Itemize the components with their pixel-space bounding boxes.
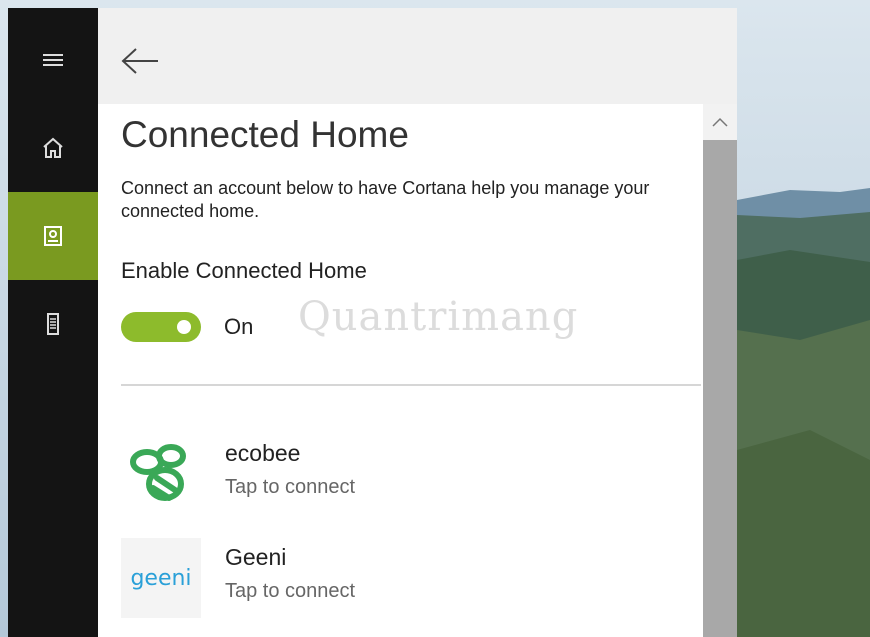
panel-header bbox=[98, 8, 737, 104]
section-divider bbox=[121, 384, 701, 386]
panel-content: Connected Home Connect an account below … bbox=[98, 104, 703, 637]
connected-home-panel: Connected Home Connect an account below … bbox=[98, 8, 737, 637]
ecobee-logo bbox=[121, 434, 201, 514]
enable-connected-home-toggle[interactable] bbox=[121, 312, 201, 342]
cortana-sidebar bbox=[8, 8, 98, 637]
scroll-up-button[interactable] bbox=[703, 104, 737, 140]
enable-connected-home-label: Enable Connected Home bbox=[121, 258, 367, 283]
geeni-logo: geeni bbox=[121, 538, 201, 618]
ecobee-bee-logo bbox=[130, 444, 186, 501]
notebook-icon bbox=[44, 226, 62, 246]
toggle-knob bbox=[177, 320, 191, 334]
sidebar-item-home[interactable] bbox=[8, 104, 98, 192]
page-description: Connect an account below to have Cortana… bbox=[121, 178, 650, 221]
watermark: Quantrimang bbox=[298, 294, 579, 340]
toggle-state-label: On bbox=[224, 314, 254, 339]
sidebar-item-devices[interactable] bbox=[8, 280, 98, 368]
device-icon bbox=[47, 313, 59, 335]
back-button[interactable] bbox=[120, 46, 164, 76]
provider-geeni[interactable]: geeni Geeni Tap to connect bbox=[121, 538, 701, 628]
provider-name: Geeni bbox=[225, 544, 287, 570]
provider-name: ecobee bbox=[225, 440, 301, 466]
provider-subtitle: Tap to connect bbox=[225, 580, 356, 602]
page-title: Connected Home bbox=[121, 114, 409, 155]
vertical-scrollbar[interactable] bbox=[703, 104, 737, 637]
provider-subtitle: Tap to connect bbox=[225, 476, 356, 498]
provider-ecobee[interactable]: ecobee Tap to connect bbox=[121, 434, 701, 524]
back-arrow-icon bbox=[121, 48, 158, 74]
sidebar-item-notebook[interactable] bbox=[8, 192, 98, 280]
home-icon bbox=[43, 137, 63, 158]
hamburger-menu-icon bbox=[43, 54, 63, 66]
sidebar-item-menu[interactable] bbox=[8, 16, 98, 104]
chevron-up-icon bbox=[712, 117, 728, 127]
geeni-logo-text: geeni bbox=[130, 565, 192, 591]
